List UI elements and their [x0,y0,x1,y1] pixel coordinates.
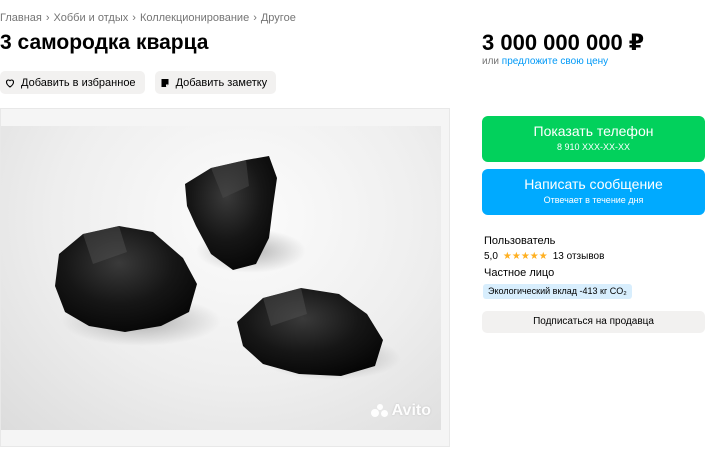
breadcrumb-separator: › [132,12,136,24]
watermark: Avito [370,402,431,420]
breadcrumb-home[interactable]: Главная [0,12,42,24]
subscribe-button[interactable]: Подписаться на продавца [482,311,705,333]
star-icon: ★★★★★ [502,251,548,262]
watermark-text: Avito [391,402,431,419]
breadcrumb-separator: › [253,12,257,24]
price-offer-prefix: или [482,56,500,67]
seller-type: Частное лицо [484,267,555,279]
seller-rating: 5,0 ★★★★★ 13 отзывов [484,251,604,262]
price-offer: или предложите свою цену [482,56,608,67]
suggest-price-link[interactable]: предложите свою цену [502,56,608,67]
add-to-favorites-label: Добавить в избранное [21,76,136,89]
add-note-button[interactable]: Добавить заметку [154,71,277,94]
price: 3 000 000 000 ₽ [482,30,645,55]
add-to-favorites-button[interactable]: Добавить в избранное [0,71,145,94]
rating-value: 5,0 [484,251,498,262]
note-icon [161,78,169,87]
listing-actions: Добавить в избранное Добавить заметку [0,71,277,94]
show-phone-button[interactable]: Показать телефон 8 910 XXX-XX-XX [482,116,705,162]
breadcrumb-separator: › [45,12,50,24]
breadcrumb: Главная › Хобби и отдых › Коллекционирование… [0,12,296,24]
avito-logo-icon [370,404,389,418]
seller-info: Пользователь 5,0 ★★★★★ 13 отзывов Частно… [484,235,604,279]
breadcrumb-other[interactable]: Другое [261,12,296,24]
add-note-label: Добавить заметку [175,76,268,89]
reviews-link[interactable]: 13 отзывов [553,251,605,262]
eco-badge[interactable]: Экологический вклад -413 кг CO₂ [483,284,632,299]
seller-name[interactable]: Пользователь [484,235,604,247]
heart-icon [5,78,15,88]
listing-photo[interactable]: Avito [0,108,450,447]
photo-image: Avito [1,126,441,430]
breadcrumb-collecting[interactable]: Коллекционирование [140,12,249,24]
page-title: 3 самородка кварца [0,31,209,54]
stones-image [55,156,401,380]
response-time: Отвечает в течение дня [543,195,644,205]
breadcrumb-hobby[interactable]: Хобби и отдых [54,12,129,24]
stone-right [237,288,383,376]
write-message-label: Написать сообщение [524,176,663,192]
stone-left [55,226,197,332]
show-phone-label: Показать телефон [533,123,654,139]
write-message-button[interactable]: Написать сообщение Отвечает в течение дн… [482,169,705,215]
phone-number: 8 910 XXX-XX-XX [556,142,631,152]
